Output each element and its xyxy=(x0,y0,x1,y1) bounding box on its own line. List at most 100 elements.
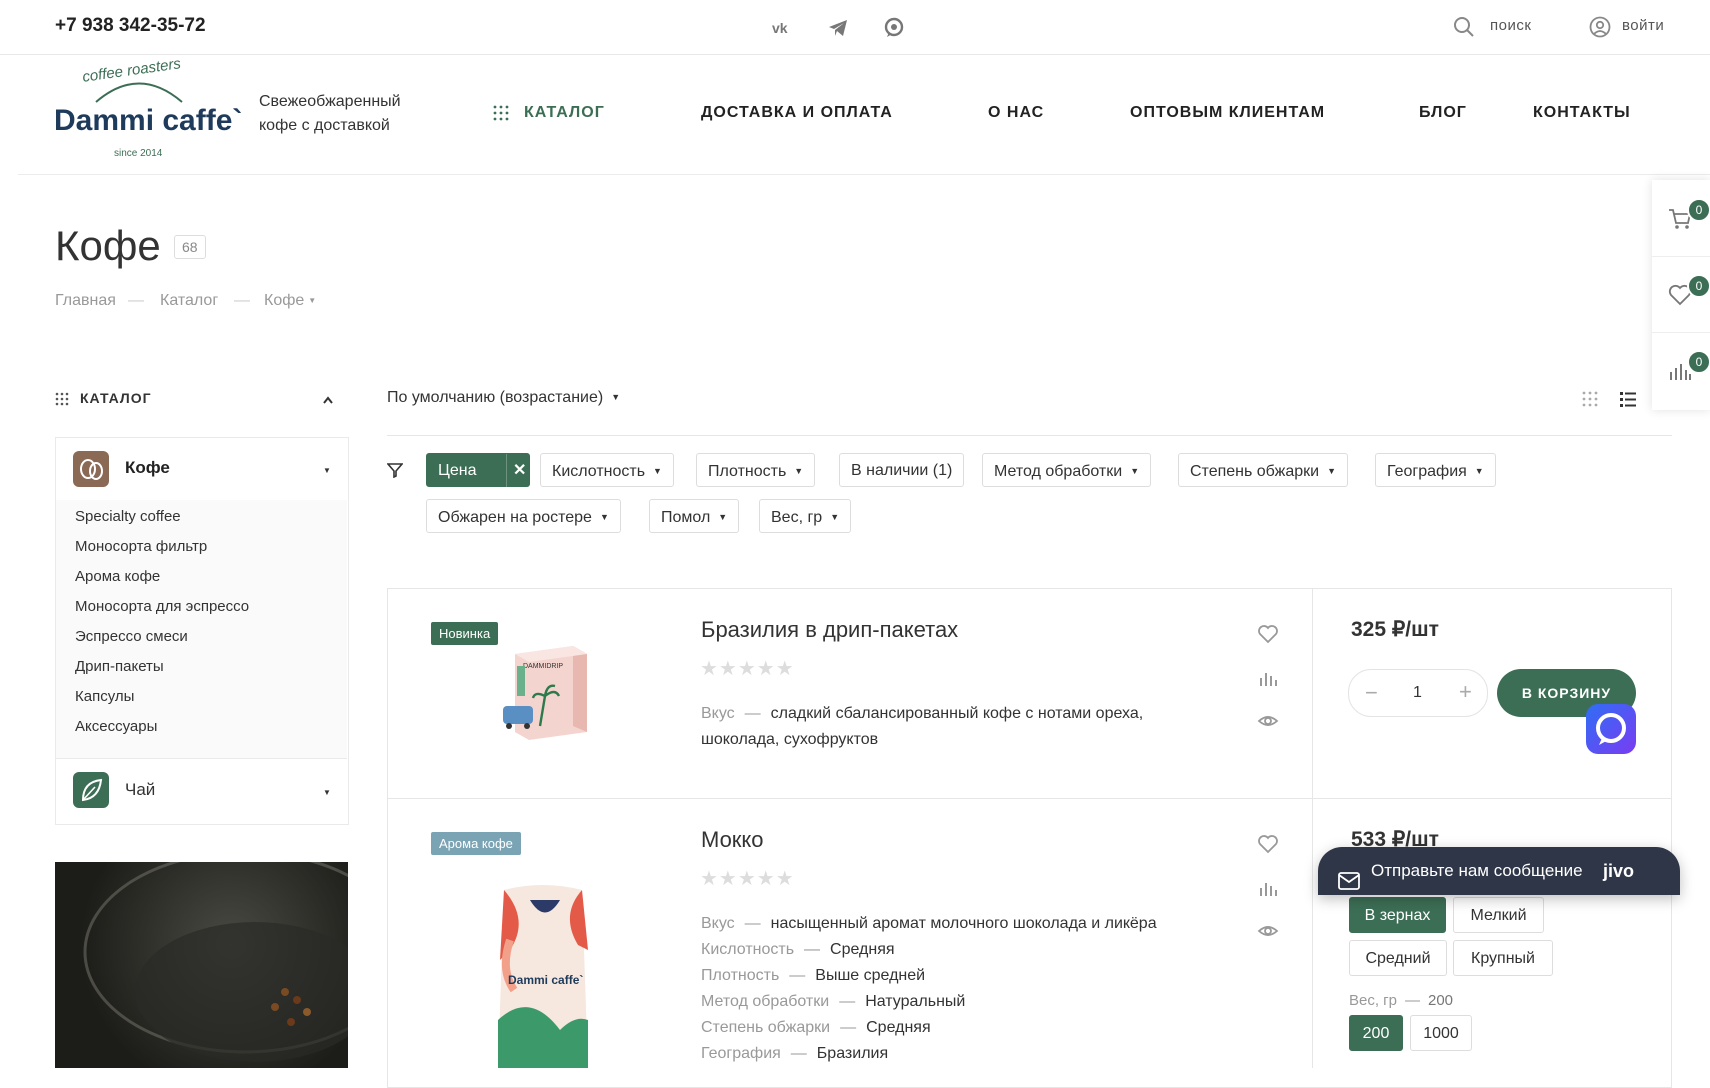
quick-view-eye-icon[interactable] xyxy=(1257,710,1279,732)
search-icon[interactable] xyxy=(1453,16,1475,38)
mail-icon xyxy=(1338,861,1360,890)
grind-option-coarse[interactable]: Крупный xyxy=(1453,940,1553,976)
product-tag: Новинка xyxy=(431,622,499,645)
sidebar-item-mono-filter[interactable]: Моносорта фильтр xyxy=(75,538,207,555)
product-image[interactable]: DAMMIDRIP xyxy=(495,636,595,740)
whatsapp-icon[interactable] xyxy=(882,16,906,40)
chevron-down-icon[interactable]: ▼ xyxy=(323,466,331,475)
logo[interactable]: coffee roasters Dammi caffe` since 2014 xyxy=(54,55,242,164)
nav-catalog[interactable]: КАТАЛОГ xyxy=(524,104,605,122)
nav-blog[interactable]: БЛОГ xyxy=(1419,104,1467,122)
chevron-down-icon: ▼ xyxy=(794,466,804,476)
tea-leaf-icon xyxy=(73,772,109,808)
sort-select[interactable]: По умолчанию (возрастание) ▼ xyxy=(387,389,620,407)
sidebar-item-drip[interactable]: Дрип-пакеты xyxy=(75,658,164,675)
phone-link[interactable]: +7 938 342-35-72 xyxy=(55,15,206,37)
breadcrumb-catalog[interactable]: Каталог xyxy=(160,292,218,310)
filter-price-divider xyxy=(506,454,507,488)
grid-view-icon[interactable] xyxy=(1582,391,1598,407)
filter-price-label: Цена xyxy=(438,462,477,479)
breadcrumb-current[interactable]: Кофе ▼ xyxy=(264,292,316,310)
filter-density[interactable]: Плотность ▼ xyxy=(696,453,816,487)
filter-geography[interactable]: География ▼ xyxy=(1375,453,1496,487)
plus-icon[interactable]: + xyxy=(1459,679,1472,705)
product-title[interactable]: Бразилия в дрип-пакетах xyxy=(701,617,958,643)
favorite-icon[interactable] xyxy=(1257,623,1279,645)
filter-roast-level[interactable]: Степень обжарки ▼ xyxy=(1178,453,1349,487)
minus-icon[interactable]: − xyxy=(1365,680,1378,706)
prop-value: Средняя xyxy=(866,1019,931,1036)
close-icon[interactable]: ✕ xyxy=(513,454,526,488)
sidebar-item-accessories[interactable]: Аксессуары xyxy=(75,718,157,735)
telegram-icon[interactable] xyxy=(826,16,850,40)
nav-wholesale[interactable]: ОПТОВЫМ КЛИЕНТАМ xyxy=(1130,104,1325,122)
product-image[interactable]: Dammi caffe` xyxy=(490,880,596,1068)
product-tag: Арома кофе xyxy=(431,832,521,855)
jivo-logo: jivo xyxy=(1603,861,1635,881)
filter-grind[interactable]: Помол ▼ xyxy=(649,499,740,533)
chat-bubble-icon[interactable] xyxy=(1586,704,1636,754)
login-link[interactable]: войти xyxy=(1622,17,1664,34)
product-title[interactable]: Мокко xyxy=(701,827,764,853)
prop-dash: — xyxy=(789,967,806,984)
grind-option-medium[interactable]: Средний xyxy=(1349,940,1447,976)
filter-icon xyxy=(386,462,404,479)
sidebar-item-espresso-blends[interactable]: Эспрессо смеси xyxy=(75,628,188,645)
rail-favorites[interactable]: 0 xyxy=(1652,256,1710,333)
filter-price[interactable]: Цена ✕ xyxy=(426,453,530,488)
sidebar-item-aroma[interactable]: Арома кофе xyxy=(75,568,160,585)
filter-weight[interactable]: Вес, гр ▼ xyxy=(759,499,852,533)
filter-roaster[interactable]: Обжарен на ростере ▼ xyxy=(426,499,621,533)
filter-acidity[interactable]: Кислотность ▼ xyxy=(540,453,674,487)
breadcrumb-home[interactable]: Главная xyxy=(55,292,116,310)
chevron-down-icon: ▼ xyxy=(653,466,662,476)
grind-option-whole-bean[interactable]: В зернах xyxy=(1349,897,1446,933)
chevron-down-icon[interactable]: ▼ xyxy=(323,788,331,797)
weight-label: Вес, гр xyxy=(1349,992,1397,1009)
sidebar-item-capsules[interactable]: Капсулы xyxy=(75,688,134,705)
favorite-icon[interactable] xyxy=(1257,833,1279,855)
quick-view-eye-icon[interactable] xyxy=(1257,920,1279,942)
user-icon[interactable] xyxy=(1589,16,1611,38)
coffee-bean-icon xyxy=(73,451,109,487)
page-title: Кофе xyxy=(55,222,161,269)
nav-contacts[interactable]: КОНТАКТЫ xyxy=(1533,104,1631,122)
grind-option-fine[interactable]: Мелкий xyxy=(1453,897,1544,933)
filter-density-label: Плотность xyxy=(708,463,787,480)
chat-widget-bar[interactable]: Отправьте нам сообщение jivo xyxy=(1318,847,1680,895)
prop-row: Кислотность — Средняя xyxy=(701,937,1157,963)
right-rail: 0 0 0 xyxy=(1652,180,1710,410)
filter-in-stock[interactable]: В наличии (1) xyxy=(839,453,965,487)
chevron-down-icon: ▼ xyxy=(1130,466,1140,476)
sidebar-section-coffee[interactable]: Кофе xyxy=(125,458,170,478)
sidebar-promo-image[interactable] xyxy=(55,862,348,1068)
list-view-icon[interactable] xyxy=(1620,391,1636,407)
breadcrumb-separator: — xyxy=(234,292,250,309)
prop-key: Кислотность xyxy=(701,941,795,958)
prop-row: Плотность — Выше средней xyxy=(701,963,1157,989)
favorites-count-badge: 0 xyxy=(1687,274,1710,298)
tagline: Свежеобжаренный кофе с доставкой xyxy=(259,90,439,138)
rail-cart[interactable]: 0 xyxy=(1652,180,1710,257)
nav-about[interactable]: О НАС xyxy=(988,104,1044,122)
prop-dash: — xyxy=(804,941,821,958)
chevron-up-icon[interactable] xyxy=(322,392,334,404)
filter-geography-label: География xyxy=(1387,463,1467,480)
search-link[interactable]: поиск xyxy=(1490,17,1531,34)
compare-icon[interactable] xyxy=(1257,877,1279,899)
nav-delivery[interactable]: ДОСТАВКА И ОПЛАТА xyxy=(701,104,893,122)
rail-compare[interactable]: 0 xyxy=(1652,332,1710,408)
compare-icon[interactable] xyxy=(1257,667,1279,689)
vk-icon[interactable]: vk xyxy=(770,16,794,40)
sidebar-item-mono-espresso[interactable]: Моносорта для эспрессо xyxy=(75,598,249,615)
chevron-down-icon: ▼ xyxy=(1327,466,1337,476)
weight-option-200[interactable]: 200 xyxy=(1349,1015,1403,1051)
quantity-value[interactable]: 1 xyxy=(1413,684,1422,702)
rating-stars: ★★★★★ xyxy=(700,868,795,890)
compare-count-badge: 0 xyxy=(1687,350,1710,374)
weight-option-1000[interactable]: 1000 xyxy=(1410,1015,1472,1051)
sidebar-item-specialty[interactable]: Specialty coffee xyxy=(75,508,181,525)
weight-selected: Вес, гр — 200 xyxy=(1349,992,1453,1009)
sidebar-section-tea[interactable]: Чай xyxy=(125,780,155,800)
filter-processing[interactable]: Метод обработки ▼ xyxy=(982,453,1152,487)
